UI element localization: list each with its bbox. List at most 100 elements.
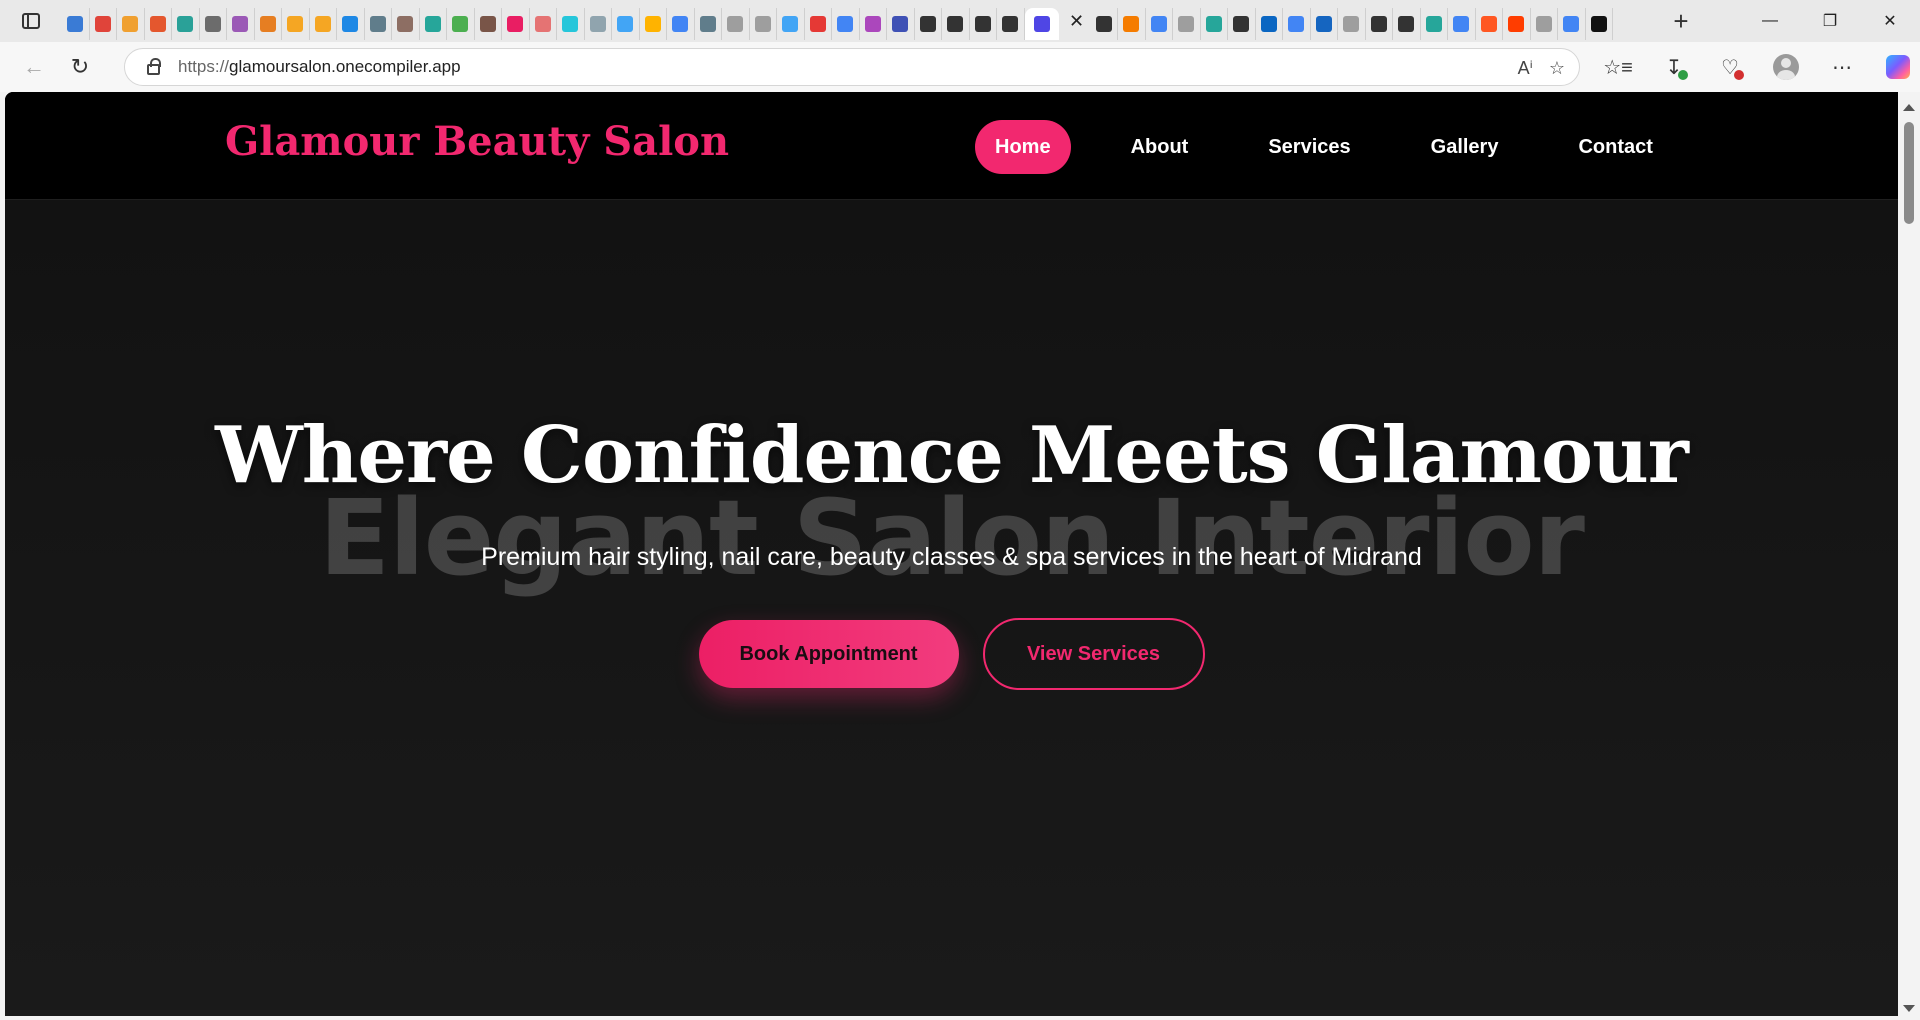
- read-aloud-icon[interactable]: Aⁱ: [1518, 58, 1533, 79]
- browser-tab[interactable]: [612, 8, 640, 40]
- browser-tab[interactable]: [997, 8, 1025, 40]
- favorites-icon[interactable]: ☆≡: [1590, 42, 1646, 92]
- browser-tab[interactable]: [1091, 8, 1118, 40]
- browser-tab[interactable]: [1558, 8, 1586, 40]
- browser-tab[interactable]: [695, 8, 722, 40]
- view-services-button[interactable]: View Services: [982, 618, 1205, 690]
- browser-tab[interactable]: [420, 8, 447, 40]
- nav-link-home[interactable]: Home: [975, 120, 1071, 174]
- tab-favicon-icon: [1002, 16, 1019, 32]
- browser-tab[interactable]: [90, 8, 117, 40]
- browser-tab[interactable]: [1476, 8, 1503, 40]
- tab-favicon-icon: [287, 16, 304, 32]
- browser-tab[interactable]: [1338, 8, 1366, 40]
- browser-tab[interactable]: [255, 8, 282, 40]
- back-button[interactable]: ←: [12, 47, 56, 87]
- scroll-down-arrow-icon[interactable]: [1903, 1005, 1915, 1012]
- browser-tab[interactable]: [227, 8, 255, 40]
- browser-toolbar: ← ↻ https://glamoursalon.onecompiler.app…: [0, 42, 1920, 92]
- browser-tab[interactable]: [117, 8, 145, 40]
- page-scrollbar[interactable]: [1898, 92, 1920, 1020]
- close-window-button[interactable]: ✕: [1860, 0, 1920, 42]
- browser-tab[interactable]: [365, 8, 392, 40]
- browser-tab[interactable]: [475, 8, 502, 40]
- book-appointment-button[interactable]: Book Appointment: [698, 620, 959, 688]
- refresh-button[interactable]: ↻: [58, 47, 102, 87]
- browser-tab[interactable]: [200, 8, 227, 40]
- browser-tab[interactable]: [1586, 8, 1613, 40]
- close-tab-icon[interactable]: ✕: [1063, 7, 1091, 35]
- browser-tab[interactable]: [805, 8, 832, 40]
- scroll-up-arrow-icon[interactable]: [1903, 104, 1915, 111]
- tab-favicon-icon: [589, 16, 606, 32]
- browser-tab[interactable]: [1366, 8, 1393, 40]
- browser-tab[interactable]: [1531, 8, 1558, 40]
- browser-tab[interactable]: [145, 8, 172, 40]
- browser-tab[interactable]: [942, 8, 970, 40]
- browser-tab[interactable]: [887, 8, 915, 40]
- browser-tab[interactable]: [640, 8, 667, 40]
- browser-tab[interactable]: [585, 8, 612, 40]
- browser-tab[interactable]: [777, 8, 805, 40]
- nav-link-contact[interactable]: Contact: [1558, 120, 1672, 174]
- toolbar-right: ☆≡ ↧ ♡ ⋯: [1590, 42, 1920, 92]
- browser-tab[interactable]: [310, 8, 337, 40]
- new-tab-button[interactable]: +: [1662, 2, 1700, 40]
- browser-tab[interactable]: [750, 8, 777, 40]
- site-info-lock-icon[interactable]: [147, 58, 161, 75]
- site-logo[interactable]: Glamour Beauty Salon: [225, 118, 729, 165]
- browser-tab[interactable]: [530, 8, 557, 40]
- browser-tab[interactable]: [1173, 8, 1201, 40]
- url-text[interactable]: https://glamoursalon.onecompiler.app: [178, 57, 461, 77]
- browser-tab[interactable]: [1311, 8, 1338, 40]
- browser-tab[interactable]: [1421, 8, 1448, 40]
- tab-favicon-icon: [177, 16, 194, 32]
- nav-link-gallery[interactable]: Gallery: [1411, 120, 1519, 174]
- browser-tab[interactable]: [832, 8, 860, 40]
- browser-tab[interactable]: [337, 8, 365, 40]
- minimize-button[interactable]: —: [1740, 0, 1800, 42]
- browser-tab[interactable]: [557, 8, 585, 40]
- tab-favicon-icon: [699, 16, 716, 32]
- browser-tab[interactable]: [172, 8, 200, 40]
- browser-tab[interactable]: [1393, 8, 1421, 40]
- tab-favicon-icon: [1123, 16, 1140, 32]
- tab-actions-button[interactable]: [0, 0, 62, 42]
- active-tab[interactable]: [1024, 8, 1059, 40]
- copilot-icon[interactable]: [1870, 42, 1920, 92]
- browser-tab[interactable]: [860, 8, 887, 40]
- browser-tab[interactable]: [282, 8, 310, 40]
- browser-tab[interactable]: [915, 8, 942, 40]
- browser-tab[interactable]: [1256, 8, 1283, 40]
- more-menu-icon[interactable]: ⋯: [1814, 42, 1870, 92]
- hero-subtitle: Premium hair styling, nail care, beauty …: [481, 543, 1422, 571]
- nav-link-services[interactable]: Services: [1248, 120, 1370, 174]
- tab-favicon-icon: [314, 16, 331, 32]
- scroll-thumb[interactable]: [1904, 122, 1914, 224]
- browser-tab[interactable]: [447, 8, 475, 40]
- browser-tab[interactable]: [1146, 8, 1173, 40]
- browser-tab[interactable]: [502, 8, 530, 40]
- favorite-star-icon[interactable]: ☆: [1549, 58, 1565, 79]
- profile-avatar[interactable]: [1758, 42, 1814, 92]
- address-bar[interactable]: https://glamoursalon.onecompiler.app Aⁱ …: [124, 48, 1580, 86]
- tab-favicon-icon: [1205, 16, 1222, 32]
- nav-link-about[interactable]: About: [1111, 120, 1209, 174]
- downloads-icon[interactable]: ↧: [1646, 42, 1702, 92]
- browser-tab[interactable]: [1503, 8, 1531, 40]
- browser-tab[interactable]: [1201, 8, 1228, 40]
- tab-favicon-icon: [1095, 16, 1112, 32]
- browser-tab[interactable]: [722, 8, 750, 40]
- browser-tab[interactable]: [62, 8, 90, 40]
- browser-tab[interactable]: [1118, 8, 1146, 40]
- tab-favicon-icon: [259, 16, 276, 32]
- browser-tab[interactable]: [392, 8, 420, 40]
- tab-favicon-icon: [1150, 16, 1167, 32]
- browser-tab[interactable]: [1228, 8, 1256, 40]
- browser-tab[interactable]: [1448, 8, 1476, 40]
- browser-tab[interactable]: [970, 8, 997, 40]
- restore-button[interactable]: ❐: [1800, 0, 1860, 42]
- browser-essentials-icon[interactable]: ♡: [1702, 42, 1758, 92]
- browser-tab[interactable]: [667, 8, 695, 40]
- browser-tab[interactable]: [1283, 8, 1311, 40]
